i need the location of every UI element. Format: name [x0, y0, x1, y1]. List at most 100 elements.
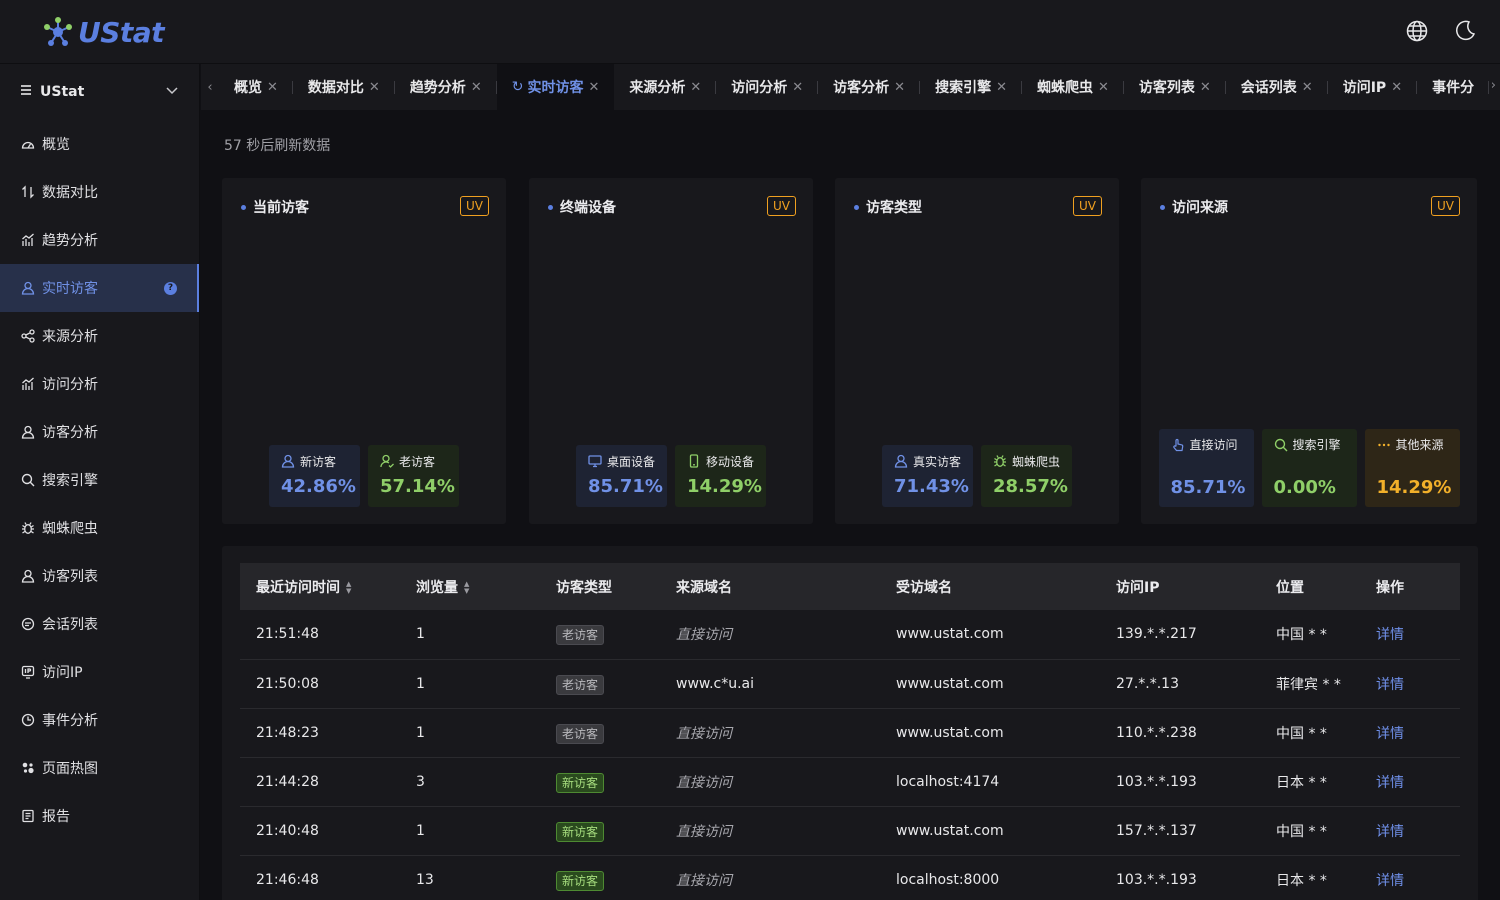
- sort-icon[interactable]: ▲ ▼: [464, 580, 469, 595]
- close-icon[interactable]: ✕: [1098, 80, 1109, 95]
- detail-link[interactable]: 详情: [1376, 677, 1404, 693]
- sidebar-item[interactable]: 概览: [0, 120, 199, 168]
- site-selector-label: UStat: [40, 84, 85, 100]
- cell-action[interactable]: 详情: [1360, 708, 1460, 757]
- cell-source: 直接访问: [676, 774, 732, 791]
- sidebar-item[interactable]: 数据对比: [0, 168, 199, 216]
- cell-location: 中国 * *: [1276, 725, 1327, 742]
- sidebar-item[interactable]: 页面热图: [0, 744, 199, 792]
- tab[interactable]: 蜘蛛爬虫 ✕: [1022, 64, 1124, 110]
- sidebar-item[interactable]: 访问IP: [0, 648, 199, 696]
- table-row: 21:44:28 3 新访客 直接访问 localhost:4174 103.*…: [240, 757, 1460, 806]
- close-icon[interactable]: ✕: [471, 80, 482, 95]
- stat-value: 28.57%: [993, 476, 1068, 497]
- close-icon[interactable]: ✕: [690, 80, 701, 95]
- detail-link[interactable]: 详情: [1376, 873, 1404, 889]
- close-icon[interactable]: ✕: [369, 80, 380, 95]
- stat-value: 14.29%: [687, 476, 762, 497]
- cell-views: 1: [416, 675, 425, 692]
- sidebar-item[interactable]: 蜘蛛爬虫: [0, 504, 199, 552]
- tab[interactable]: 访客列表 ✕: [1124, 64, 1226, 110]
- monitor-icon: [588, 454, 602, 468]
- cell-location: 中国 * *: [1276, 627, 1327, 644]
- card-title: 访客类型: [866, 200, 922, 216]
- tab[interactable]: ↻ 实时访客 ✕: [496, 64, 615, 110]
- tab[interactable]: 搜索引擎 ✕: [920, 64, 1022, 110]
- pointer-icon: [1171, 438, 1185, 452]
- detail-link[interactable]: 详情: [1376, 726, 1404, 742]
- sidebar-item[interactable]: 访客分析: [0, 408, 199, 456]
- column-header-label: 来源域名: [676, 579, 732, 596]
- stat-value: 14.29%: [1376, 477, 1452, 498]
- user-icon: [20, 280, 36, 296]
- stat-value: 71.43%: [894, 476, 969, 497]
- sidebar-item[interactable]: 访问分析: [0, 360, 199, 408]
- sidebar-item[interactable]: 报告: [0, 792, 199, 840]
- close-icon[interactable]: ✕: [792, 80, 803, 95]
- stat-card: 访问来源 UV 直接访问 85.71% 搜索引擎 0.00% 其他来源 14.2…: [1141, 178, 1477, 524]
- tab[interactable]: 趋势分析 ✕: [395, 64, 497, 110]
- tab-scroll-left-icon[interactable]: ‹: [201, 80, 219, 95]
- cell-source: www.c*u.ai: [676, 675, 755, 692]
- tab[interactable]: 访客分析 ✕: [818, 64, 920, 110]
- table-row: 21:40:48 1 新访客 直接访问 www.ustat.com 157.*.…: [240, 806, 1460, 855]
- tab[interactable]: 访问分析 ✕: [716, 64, 819, 110]
- detail-link[interactable]: 详情: [1376, 775, 1404, 791]
- sidebar-item-label: 报告: [42, 809, 70, 825]
- close-icon[interactable]: ✕: [1391, 80, 1402, 95]
- logo[interactable]: UStat: [40, 14, 165, 50]
- stat-card: 访客类型 UV 真实访客 71.43% 蜘蛛爬虫 28.57%: [835, 178, 1119, 524]
- close-icon[interactable]: ✕: [996, 80, 1007, 95]
- sort-icon[interactable]: ▲ ▼: [346, 580, 351, 595]
- close-icon[interactable]: ✕: [1200, 80, 1211, 95]
- close-icon[interactable]: ✕: [1302, 80, 1313, 95]
- close-icon[interactable]: ✕: [267, 80, 278, 95]
- tab[interactable]: 事件分: [1417, 64, 1490, 110]
- help-icon[interactable]: ?: [164, 281, 177, 295]
- tab[interactable]: 访问IP ✕: [1328, 64, 1418, 110]
- cell-action[interactable]: 详情: [1360, 659, 1460, 708]
- tab-label: 来源分析: [629, 80, 686, 96]
- tab[interactable]: 来源分析 ✕: [614, 64, 717, 110]
- sidebar-item[interactable]: 趋势分析: [0, 216, 199, 264]
- sidebar-item[interactable]: 访客列表: [0, 552, 199, 600]
- site-selector[interactable]: UStat: [0, 64, 199, 120]
- cell-action[interactable]: 详情: [1360, 610, 1460, 659]
- column-header: 操作: [1360, 563, 1460, 610]
- dashboard-icon: [20, 136, 36, 152]
- tab[interactable]: 数据对比 ✕: [293, 64, 395, 110]
- sidebar-item[interactable]: 事件分析: [0, 696, 199, 744]
- uv-badge: UV: [460, 196, 489, 216]
- column-header[interactable]: 最近访问时间 ▲ ▼: [240, 563, 400, 610]
- detail-link[interactable]: 详情: [1376, 627, 1404, 643]
- moon-icon[interactable]: [1452, 18, 1478, 44]
- tab[interactable]: 概览 ✕: [219, 64, 293, 110]
- sidebar-item[interactable]: 来源分析: [0, 312, 199, 360]
- close-icon[interactable]: ✕: [588, 80, 599, 95]
- user-icon: [894, 454, 908, 468]
- close-icon[interactable]: ✕: [894, 80, 905, 95]
- stat-box: 桌面设备 85.71%: [576, 445, 667, 507]
- column-header: 访客类型: [540, 563, 660, 610]
- cell-domain: localhost:8000: [896, 871, 1000, 888]
- tab-scroll-right-icon[interactable]: ›: [1491, 78, 1496, 93]
- column-header[interactable]: 浏览量 ▲ ▼: [400, 563, 540, 610]
- tab[interactable]: 会话列表 ✕: [1226, 64, 1328, 110]
- cell-action[interactable]: 详情: [1360, 757, 1460, 806]
- detail-link[interactable]: 详情: [1376, 824, 1404, 840]
- cell-source: 直接访问: [676, 823, 732, 840]
- column-header: 访问IP: [1100, 563, 1260, 610]
- cell-action[interactable]: 详情: [1360, 806, 1460, 855]
- sidebar-item[interactable]: 会话列表: [0, 600, 199, 648]
- tab-label: 会话列表: [1240, 80, 1297, 96]
- sidebar-item[interactable]: 搜索引擎: [0, 456, 199, 504]
- cell-action[interactable]: 详情: [1360, 855, 1460, 900]
- ip-icon: [20, 664, 36, 680]
- sidebar-item[interactable]: 实时访客?: [0, 264, 199, 312]
- chat-icon: [20, 616, 36, 632]
- visitor-type-badge: 老访客: [556, 674, 605, 695]
- refresh-countdown: 57 秒后刷新数据: [224, 138, 331, 154]
- visitor-table: 最近访问时间 ▲ ▼ 浏览量 ▲ ▼ 访客类型 来源域名 受访域名 访问IP 位置 操作 21:51:…: [240, 563, 1460, 900]
- globe-icon[interactable]: [1404, 18, 1430, 44]
- cell-location: 日本 * *: [1276, 872, 1327, 889]
